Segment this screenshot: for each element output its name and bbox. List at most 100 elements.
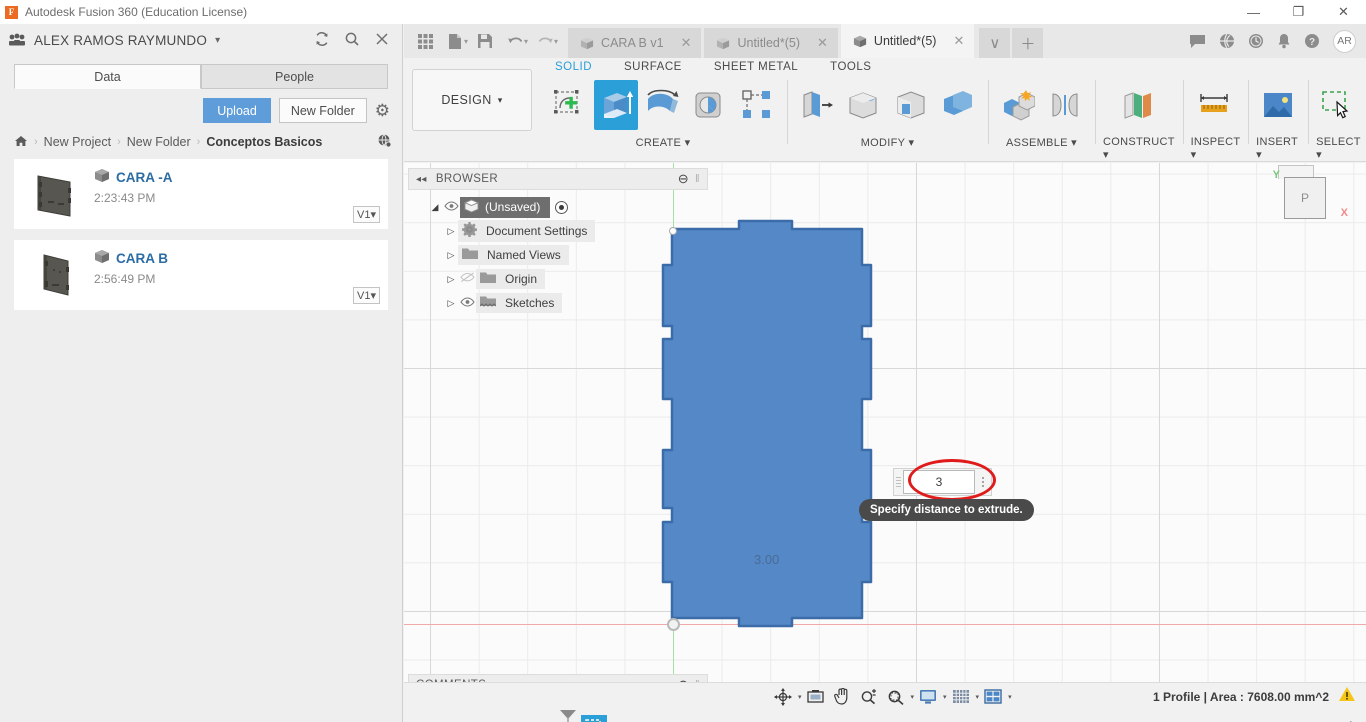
browser-node-document-settings[interactable]: ▷ Document Settings <box>408 219 708 243</box>
distance-manipulator[interactable] <box>893 468 992 496</box>
browser-node-sketches[interactable]: ▷ Sketches <box>408 291 708 315</box>
panel-label-insert[interactable]: INSERT ▾ <box>1256 136 1300 161</box>
warning-icon[interactable] <box>1338 686 1356 707</box>
upload-button[interactable]: Upload <box>203 98 271 123</box>
browser-node-root[interactable]: ◢ (Unsaved) <box>408 195 708 219</box>
browser-node-named-views[interactable]: ▷ Named Views <box>408 243 708 267</box>
minimize-button[interactable]: — <box>1231 0 1276 24</box>
file-version-badge[interactable]: V1▾ <box>353 206 380 223</box>
revolve-button[interactable] <box>641 80 685 130</box>
expand-arrow-icon[interactable]: ◢ <box>428 202 442 213</box>
close-panel-icon[interactable] <box>374 31 390 50</box>
list-item[interactable]: CARA B 2:56:49 PM V1▾ <box>14 240 388 310</box>
tab-sheet-metal[interactable]: SHEET METAL <box>698 61 814 73</box>
maximize-button[interactable]: ❐ <box>1276 0 1321 24</box>
resize-handle-icon[interactable]: ‖ <box>695 173 700 185</box>
document-tab[interactable]: Untitled*(5) ✕ <box>704 28 838 58</box>
viewports-icon[interactable] <box>979 686 1007 708</box>
new-folder-button[interactable]: New Folder <box>278 98 367 123</box>
viewports-caret-icon[interactable]: ▾ <box>1008 693 1012 701</box>
grid-snaps-icon[interactable] <box>947 686 975 708</box>
breadcrumb-item-folder[interactable]: New Folder <box>127 135 191 149</box>
collapse-icon[interactable]: ◂◂ <box>416 174 427 185</box>
file-version-badge[interactable]: V1▾ <box>353 287 380 304</box>
expand-arrow-icon[interactable]: ▷ <box>444 298 458 309</box>
gear-icon[interactable]: ⚙ <box>1344 718 1358 722</box>
expand-arrow-icon[interactable]: ▷ <box>444 250 458 261</box>
app-grid-icon[interactable] <box>410 26 440 56</box>
zoom-window-icon[interactable] <box>882 686 910 708</box>
tab-surface[interactable]: SURFACE <box>608 61 698 73</box>
minimize-icon[interactable]: ⊖ <box>678 171 689 187</box>
sweep-button[interactable] <box>688 80 732 130</box>
insert-image-button[interactable] <box>1256 80 1300 130</box>
notifications-bell-icon[interactable] <box>1277 33 1291 49</box>
press-pull-button[interactable] <box>795 80 839 130</box>
redo-caret-icon[interactable]: ▾ <box>554 37 558 46</box>
workspace-switcher-button[interactable]: DESIGN ▾ <box>412 69 532 131</box>
refresh-icon[interactable] <box>314 31 330 50</box>
orbit-icon[interactable] <box>769 686 797 708</box>
pattern-button[interactable] <box>735 80 779 130</box>
select-tool-button[interactable] <box>1316 80 1360 130</box>
save-icon[interactable] <box>470 26 500 56</box>
file-name[interactable]: CARA B <box>116 251 168 266</box>
timeline-step-back-icon[interactable] <box>445 717 467 722</box>
extrude-button[interactable] <box>594 80 638 130</box>
search-icon[interactable] <box>344 31 360 50</box>
visibility-eye-icon[interactable] <box>442 200 460 214</box>
measure-button[interactable] <box>1193 80 1237 130</box>
expand-arrow-icon[interactable]: ▷ <box>444 274 458 285</box>
fillet-button[interactable] <box>842 80 886 130</box>
panel-label-construct[interactable]: CONSTRUCT ▾ <box>1103 136 1175 161</box>
distance-input[interactable] <box>903 470 975 494</box>
new-component-button[interactable] <box>996 80 1040 130</box>
viewcube[interactable]: P <box>1284 177 1326 219</box>
tab-data[interactable]: Data <box>14 64 201 89</box>
document-tab[interactable]: CARA B v1 ✕ <box>568 28 702 58</box>
shell-button[interactable] <box>889 80 933 130</box>
help-icon[interactable]: ? <box>1304 33 1320 49</box>
look-at-icon[interactable] <box>802 686 829 708</box>
timeline-step-forward-icon[interactable] <box>509 717 531 722</box>
combine-button[interactable] <box>936 80 980 130</box>
panel-label-create[interactable]: CREATE ▾ <box>636 136 691 149</box>
file-name[interactable]: CARA -A <box>116 170 173 185</box>
new-file-caret-icon[interactable]: ▾ <box>464 37 468 46</box>
close-icon[interactable]: ✕ <box>671 35 692 51</box>
visibility-off-eye-icon[interactable] <box>458 272 476 286</box>
home-icon[interactable] <box>14 135 28 150</box>
close-icon[interactable]: ✕ <box>807 35 828 51</box>
avatar[interactable]: AR <box>1333 29 1356 53</box>
panel-label-modify[interactable]: MODIFY ▾ <box>861 136 915 149</box>
display-settings-icon[interactable] <box>914 686 942 708</box>
pan-icon[interactable] <box>829 686 855 708</box>
gear-icon[interactable]: ⚙ <box>375 102 390 119</box>
visibility-eye-icon[interactable] <box>458 296 476 310</box>
tab-tools[interactable]: TOOLS <box>814 61 887 73</box>
expand-arrow-icon[interactable]: ▷ <box>444 226 458 237</box>
construct-plane-button[interactable] <box>1117 80 1161 130</box>
globe-icon[interactable] <box>377 133 392 151</box>
breadcrumb-item-current[interactable]: Conceptos Basicos <box>206 135 322 149</box>
zoom-icon[interactable] <box>855 686 882 708</box>
panel-label-assemble[interactable]: ASSEMBLE ▾ <box>1006 136 1077 149</box>
canvas-viewport[interactable]: 3.00 Specify distance to extrude. ◂◂ BRO… <box>404 163 1366 682</box>
timeline-play-icon[interactable] <box>477 717 499 722</box>
new-tab-button[interactable]: ＋ <box>1012 28 1044 58</box>
browser-node-origin[interactable]: ▷ Origin <box>408 267 708 291</box>
panel-label-select[interactable]: SELECT ▾ <box>1316 136 1360 161</box>
timeline-go-to-beginning-icon[interactable] <box>413 717 435 722</box>
activate-component-icon[interactable] <box>555 200 569 214</box>
tab-solid[interactable]: SOLID <box>539 61 608 73</box>
tab-overflow-button[interactable]: ∨ <box>979 28 1011 58</box>
job-status-clock-icon[interactable] <box>1248 33 1264 49</box>
close-icon[interactable]: ✕ <box>943 33 964 49</box>
comments-icon[interactable] <box>1189 34 1206 49</box>
timeline-feature-sketch[interactable] <box>581 715 607 722</box>
list-item[interactable]: CARA -A 2:23:43 PM V1▾ <box>14 159 388 229</box>
joint-button[interactable] <box>1043 80 1087 130</box>
create-sketch-button[interactable] <box>547 80 591 130</box>
drag-handle-icon[interactable] <box>894 469 903 495</box>
timeline-marker[interactable] <box>556 710 578 722</box>
